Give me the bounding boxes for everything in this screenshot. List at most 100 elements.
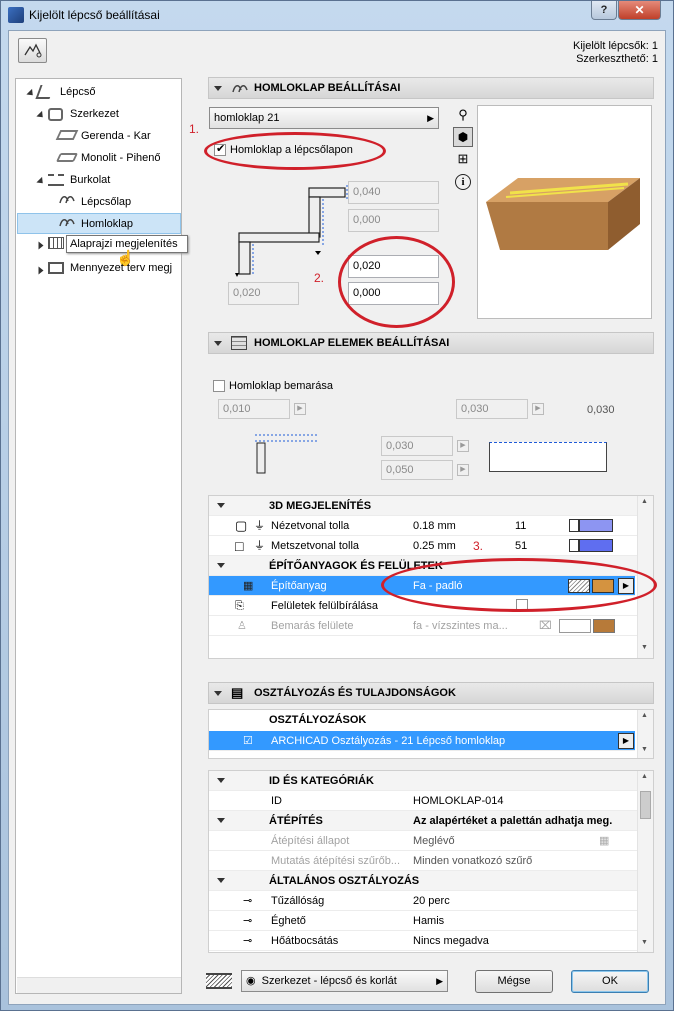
title-bar: Kijelölt lépcső beállításai ? ✕	[1, 1, 673, 29]
expand-icon[interactable]	[38, 241, 44, 250]
groove-b-field[interactable]: 0,030	[456, 399, 528, 419]
groove-a-field[interactable]: 0,010	[218, 399, 290, 419]
info-icon: i	[461, 176, 465, 188]
favorites-button[interactable]	[18, 38, 47, 63]
row-groove-surface: ♙ Bemarás felülete fa - vízszintes ma...…	[209, 616, 637, 636]
arrow-right-icon[interactable]: ▶	[457, 440, 469, 452]
link-icon: ⊸	[243, 895, 253, 907]
arrow-right-icon[interactable]: ▶	[294, 403, 306, 415]
section-view-button[interactable]: ⊞	[454, 151, 472, 169]
groove-c-field[interactable]: 0,030	[381, 436, 453, 456]
stair-icon	[35, 85, 55, 99]
surface-tool-icon: ⌧	[539, 620, 552, 632]
riser-icon	[232, 85, 248, 93]
ok-button[interactable]: OK	[571, 970, 649, 993]
groove-preview-box	[489, 442, 607, 472]
row-section-pen[interactable]: □ ⏚ Metszetvonal tolla 0.25 mm 51	[209, 536, 637, 556]
row-renovation-filter[interactable]: Mutatás átépítési szűrőb... Minden vonat…	[209, 851, 637, 871]
collapse-icon[interactable]	[214, 691, 222, 696]
classifications-header: OSZTÁLYOZÁSOK	[269, 714, 367, 726]
slab-icon	[55, 153, 79, 162]
tree-item-gerenda[interactable]: Gerenda - Kar	[81, 130, 151, 142]
pen-swatch[interactable]	[569, 539, 613, 552]
row-id[interactable]: ID HOMLOKLAP-014	[209, 791, 637, 811]
row-view-pen[interactable]: ▢ ⏚ Nézetvonal tolla 0.18 mm 11	[209, 516, 637, 536]
eye-icon: ◉	[246, 975, 256, 987]
collapse-icon[interactable]	[214, 86, 222, 91]
elements-icon	[231, 336, 247, 350]
annotation-circle-1	[204, 132, 386, 170]
tree-item-szerkezet[interactable]: Szerkezet	[70, 108, 119, 120]
scroll-up-icon: ▲	[641, 498, 648, 505]
arrow-right-icon[interactable]: ▶	[457, 464, 469, 476]
tread-icon	[59, 196, 75, 204]
annotation-circle-2	[338, 236, 455, 328]
3d-view-button[interactable]: ⬢	[453, 127, 473, 147]
annotation-number-2: 2.	[314, 271, 325, 285]
cancel-button[interactable]: Mégse	[475, 970, 553, 993]
section-header-homloklap[interactable]: HOMLOKLAP BEÁLLÍTÁSAI	[208, 77, 654, 99]
row-thermal[interactable]: ⊸ Hőátbocsátás Nincs megadva	[209, 931, 637, 951]
dialog-window: Kijelölt lépcső beállításai ? ✕ Kijelölt…	[0, 0, 674, 1011]
tree-hscroll[interactable]	[17, 977, 181, 993]
groove-b-value: 0,030	[587, 404, 615, 416]
offset-2-field[interactable]: 0,000	[348, 209, 439, 232]
group-general[interactable]: ÁLTALÁNOS OSZTÁLYOZÁS	[209, 871, 637, 891]
group-id[interactable]: ID ÉS KATEGÓRIÁK	[209, 771, 637, 791]
collapse-icon[interactable]	[217, 778, 225, 783]
group-3d[interactable]: 3D MEGJELENÍTÉS	[209, 496, 637, 516]
riser-icon	[59, 219, 75, 227]
row-fire-rating[interactable]: ⊸ Tűzállóság 20 perc	[209, 891, 637, 911]
check-icon[interactable]: ☑	[243, 731, 253, 751]
tree-item-burkolat[interactable]: Burkolat	[70, 174, 110, 186]
help-button[interactable]: ?	[591, 1, 617, 20]
expand-icon[interactable]	[26, 88, 36, 99]
tree-item-lepcsolap[interactable]: Lépcsőlap	[81, 196, 131, 208]
classification-menu-button[interactable]: ▶	[618, 733, 634, 749]
collapse-icon[interactable]	[217, 818, 225, 823]
expand-icon[interactable]	[36, 110, 46, 121]
cube-icon: ⬢	[457, 130, 469, 144]
finish-icon	[48, 174, 64, 186]
arrow-right-icon: ▶	[436, 976, 443, 986]
expand-icon[interactable]	[36, 176, 46, 187]
layer-dropdown[interactable]: ◉ Szerkezet - lépcső és korlát ▶	[241, 970, 448, 992]
collapse-icon[interactable]	[217, 503, 225, 508]
section-header-elements[interactable]: HOMLOKLAP ELEMEK BEÁLLÍTÁSAI	[208, 332, 654, 354]
pen-swatch[interactable]	[569, 519, 613, 532]
close-button[interactable]: ✕	[618, 1, 661, 20]
tree-item-mennyezet[interactable]: Mennyezet terv megj	[70, 262, 180, 274]
scroll-down-icon: ▼	[641, 746, 648, 753]
surface-icon: ♙	[237, 620, 247, 632]
scroll-up-icon: ▲	[641, 712, 648, 719]
group-renovation[interactable]: ÁTÉPÍTÉS Az alapértéket a palettán adhat…	[209, 811, 637, 831]
tree-item-lepcso[interactable]: Lépcső	[60, 86, 95, 98]
arrow-right-icon[interactable]: ▶	[532, 403, 544, 415]
groove-d-field[interactable]: 0,050	[381, 460, 453, 480]
classification-row-selected[interactable]: ☑ ARCHICAD Osztályozás - 21 Lépcső homlo…	[209, 731, 635, 751]
row-renovation-status[interactable]: Átépítési állapot Meglévő ▦	[209, 831, 637, 851]
tree-item-homloklap[interactable]: Homloklap	[81, 218, 133, 230]
collapse-icon[interactable]	[217, 878, 225, 883]
groove-checkbox[interactable]	[213, 380, 225, 392]
plan-view-button[interactable]: ⚲	[454, 107, 472, 125]
collapse-icon[interactable]	[217, 563, 225, 568]
info-button[interactable]: i	[455, 174, 471, 190]
left-offset-field[interactable]: 0,020	[228, 282, 299, 305]
document-icon: ▤	[231, 685, 244, 700]
tree-item-monolit[interactable]: Monolit - Pihenő	[81, 152, 161, 164]
section-title: OSZTÁLYOZÁS ÉS TULAJDONSÁGOK	[254, 687, 456, 699]
section-header-classification[interactable]: ▤ OSZTÁLYOZÁS ÉS TULAJDONSÁGOK	[208, 682, 654, 704]
expand-icon[interactable]	[38, 266, 44, 275]
pen-icon: ⏚	[254, 540, 265, 552]
stamp-icon: ⚲	[458, 107, 468, 122]
riser-type-dropdown[interactable]: homloklap 21 ▶	[209, 107, 439, 129]
offset-top-field[interactable]: 0,040	[348, 181, 439, 204]
properties-scroll-2[interactable]: ▲ ▼	[637, 771, 653, 952]
annotation-number-3: 3.	[473, 539, 484, 553]
scroll-thumb[interactable]	[640, 791, 651, 819]
collapse-icon[interactable]	[214, 341, 222, 346]
row-combustible[interactable]: ⊸ Éghető Hamis	[209, 911, 637, 931]
classification-scroll[interactable]: ▲ ▼	[637, 710, 653, 758]
scroll-up-icon: ▲	[641, 773, 648, 780]
